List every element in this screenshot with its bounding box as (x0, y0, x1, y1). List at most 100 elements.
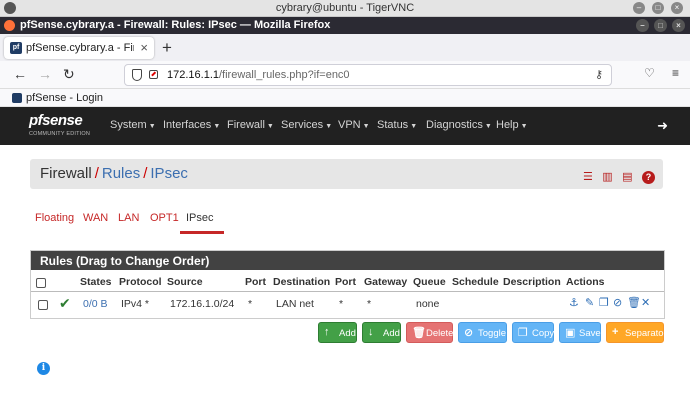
button-label: Add (339, 328, 356, 339)
copy-icon: ❐ (518, 327, 528, 339)
menu-interfaces[interactable]: Interfaces ▼ (163, 119, 220, 131)
pfsense-navbar: pfsense COMMUNITY EDITION System ▼ Interf… (0, 107, 690, 145)
pocket-icon[interactable]: ♡ (644, 66, 655, 80)
url-host: 172.16.1.1 (167, 69, 219, 81)
menu-help[interactable]: Help ▼ (496, 119, 528, 131)
sign-out-icon[interactable]: ➜ (657, 118, 668, 134)
save-disk-icon: ▣ (565, 327, 576, 339)
menu-services[interactable]: Services ▼ (281, 119, 332, 131)
url-text[interactable]: 172.16.1.1/firewall_rules.php?if=enc0 (167, 69, 350, 81)
tab-floating[interactable]: Floating (35, 212, 74, 224)
tracking-shield-icon[interactable] (132, 69, 142, 81)
caret-down-icon: ▼ (266, 123, 274, 130)
rule-states[interactable]: 0/0 B (83, 298, 108, 310)
tab-wan[interactable]: WAN (83, 212, 108, 224)
caret-down-icon: ▼ (410, 123, 418, 130)
forward-arrow-icon[interactable]: → (38, 66, 52, 82)
column-header: Queue (413, 276, 446, 288)
new-tab-button[interactable]: + (162, 38, 172, 58)
caret-down-icon: ▼ (213, 123, 221, 130)
minimize-icon[interactable]: – (633, 2, 645, 14)
active-tab-indicator (180, 231, 224, 234)
delete-button[interactable]: 🗑 Delete (406, 322, 453, 343)
separator-button[interactable]: + Separator (606, 322, 667, 343)
help-icon[interactable]: ? (642, 171, 655, 184)
tab-close-icon[interactable]: × (140, 40, 148, 55)
maximize-icon[interactable]: □ (652, 2, 664, 14)
menu-label: Firewall (227, 119, 265, 131)
copy-button[interactable]: ❐ Copy (512, 322, 554, 343)
menu-status[interactable]: Status ▼ (377, 119, 417, 131)
plus-icon: + (612, 326, 619, 338)
rule-port: * (248, 298, 253, 310)
add-top-button[interactable]: ↑ Add (318, 322, 357, 343)
caret-down-icon: ▼ (148, 123, 156, 130)
firefox-icon (4, 20, 15, 31)
delete-trash-icon[interactable]: 🗑 (627, 296, 641, 309)
breadcrumb-panel: Firewall / Rules / IPsec ☰ ▥ ▤ ? (30, 159, 663, 189)
pfsense-logo[interactable]: pfsense COMMUNITY EDITION (29, 112, 97, 140)
anchor-icon[interactable]: ⚓ (569, 296, 579, 309)
save-button[interactable]: ▣ Save (559, 322, 601, 343)
window-maximize-icon[interactable]: □ (654, 19, 667, 32)
menu-label: Diagnostics (426, 119, 483, 131)
disable-ban-icon[interactable]: ⊘ (613, 296, 622, 309)
rule-queue: none (416, 298, 440, 310)
reload-icon[interactable]: ↻ (63, 66, 75, 83)
column-header: Schedule (452, 276, 499, 288)
tab-opt1[interactable]: OPT1 (150, 212, 179, 224)
tab-strip: pf pfSense.cybrary.a - Firew × (0, 34, 690, 61)
menu-icon[interactable]: ≡ (672, 66, 679, 80)
vnc-titlebar: cybrary@ubuntu - TigerVNC – □ × (0, 0, 690, 17)
window-close-icon[interactable]: × (672, 19, 685, 32)
header-divider (31, 291, 664, 292)
url-bar[interactable]: 172.16.1.1/firewall_rules.php?if=enc0 ⚷ (124, 64, 612, 86)
caret-down-icon: ▼ (520, 123, 528, 130)
rules-panel: Rules (Drag to Change Order) States Prot… (30, 250, 665, 319)
sliders-icon[interactable]: ☰ (583, 170, 593, 183)
bar-chart-icon[interactable]: ▥ (602, 170, 612, 183)
tab-title: pfSense.cybrary.a - Firew (26, 42, 134, 54)
vnc-title: cybrary@ubuntu - TigerVNC (275, 2, 415, 14)
bookmark-pfsense-login[interactable]: pfSense - Login (26, 92, 103, 104)
menu-label: Help (496, 119, 519, 131)
rule-gateway: * (367, 298, 372, 310)
button-label: Delete (426, 328, 454, 339)
key-icon[interactable]: ⚷ (595, 68, 603, 81)
breadcrumb-separator: / (143, 165, 148, 182)
toggle-button[interactable]: ⊘ Toggle (458, 322, 507, 343)
menu-firewall[interactable]: Firewall ▼ (227, 119, 274, 131)
breadcrumb-ipsec[interactable]: IPsec (150, 165, 188, 182)
url-path: /firewall_rules.php?if=enc0 (219, 69, 350, 81)
column-header: Destination (273, 276, 331, 288)
breadcrumb-rules[interactable]: Rules (102, 165, 140, 182)
menu-system[interactable]: System ▼ (110, 119, 156, 131)
tab-lan[interactable]: LAN (118, 212, 139, 224)
column-header: Description (503, 276, 561, 288)
insecure-lock-icon[interactable] (149, 70, 158, 79)
close-icon[interactable]: × (671, 2, 683, 14)
logo-text: pfsense (29, 112, 83, 129)
select-all-checkbox[interactable] (36, 278, 46, 288)
menu-vpn[interactable]: VPN ▼ (338, 119, 370, 131)
copy-icon[interactable]: ❐ (599, 296, 609, 309)
back-arrow-icon[interactable]: ← (13, 66, 27, 82)
rule-enabled-check-icon[interactable]: ✔ (59, 295, 71, 312)
row-checkbox[interactable] (38, 300, 48, 310)
browser-tab[interactable]: pf pfSense.cybrary.a - Firew × (4, 37, 154, 59)
menu-diagnostics[interactable]: Diagnostics ▼ (426, 119, 492, 131)
window-title: pfSense.cybrary.a - Firewall: Rules: IPs… (20, 19, 331, 31)
button-label: Toggle (478, 328, 506, 339)
remove-x-icon[interactable]: ✕ (641, 296, 650, 309)
tab-ipsec[interactable]: IPsec (186, 212, 214, 224)
add-bottom-button[interactable]: ↓ Add (362, 322, 401, 343)
window-minimize-icon[interactable]: – (636, 19, 649, 32)
menu-label: System (110, 119, 147, 131)
bookmarks-bar: pfSense - Login (0, 89, 690, 107)
edit-pencil-icon[interactable]: ✎ (585, 296, 594, 309)
list-icon[interactable]: ▤ (622, 170, 632, 183)
button-label: Copy (532, 328, 555, 339)
column-header: Source (167, 276, 203, 288)
info-icon[interactable]: i (37, 362, 50, 375)
rule-protocol: IPv4 * (121, 298, 150, 310)
